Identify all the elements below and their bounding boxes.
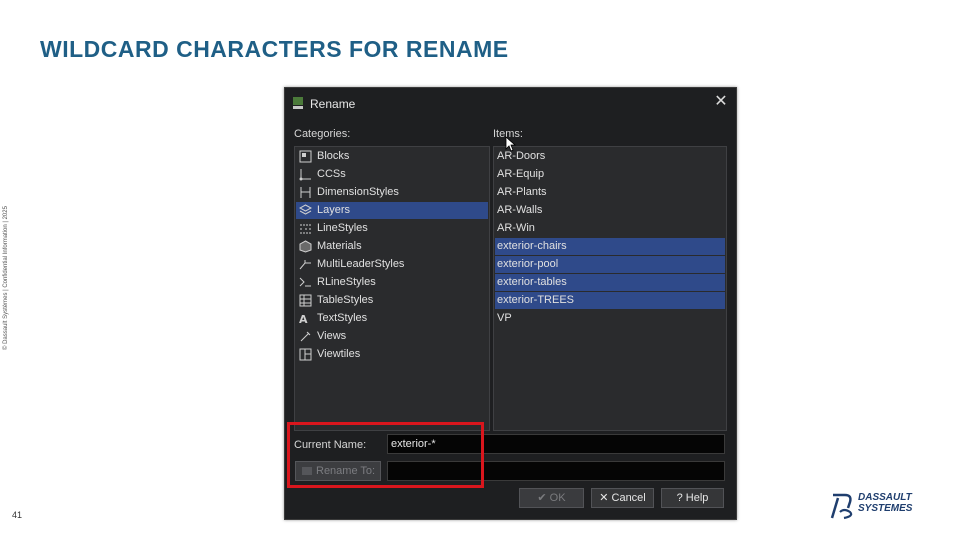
category-label: Viewtiles <box>317 348 361 360</box>
dialog-title: Rename <box>310 97 356 111</box>
item-label: AR-Equip <box>497 168 545 180</box>
rename-icon <box>302 467 312 475</box>
multileader-styles-icon <box>299 260 311 270</box>
category-label: TableStyles <box>317 294 374 306</box>
confidential-note: © Dassault Systèmes | Confidential Infor… <box>3 206 9 350</box>
rename-to-field[interactable] <box>387 461 725 481</box>
category-item-multileaderstyles[interactable]: MultiLeaderStyles <box>296 256 488 273</box>
category-item-tablestyles[interactable]: TableStyles <box>296 292 488 309</box>
item-label: exterior-tables <box>497 276 567 288</box>
categories-list[interactable]: Blocks CCSs DimensionStyles Layers LineStyle… <box>294 146 490 431</box>
ccs-icon <box>299 169 311 181</box>
category-label: CCSs <box>317 168 346 180</box>
dimension-styles-icon <box>300 187 311 198</box>
item-row[interactable]: VP <box>495 310 725 327</box>
mouse-cursor-icon <box>505 136 517 152</box>
category-item-textstyles[interactable]: A TextStyles <box>296 310 488 327</box>
category-item-rlinestyles[interactable]: RLineStyles <box>296 274 488 291</box>
item-label: AR-Plants <box>497 186 547 198</box>
items-list[interactable]: AR-Doors AR-Equip AR-Plants AR-Walls AR-Win e… <box>493 146 727 431</box>
item-label: exterior-TREES <box>497 294 575 306</box>
materials-icon <box>299 240 312 253</box>
close-icon: ✕ <box>714 93 728 110</box>
ds-logo-icon <box>830 493 853 520</box>
item-label: exterior-chairs <box>497 240 567 252</box>
item-row[interactable]: exterior-TREES <box>495 292 725 309</box>
item-row[interactable]: exterior-pool <box>495 256 725 273</box>
help-button[interactable]: ? Help <box>661 488 724 508</box>
logo-line-2: SYSTEMES <box>858 503 913 514</box>
item-row[interactable]: AR-Doors <box>495 148 725 165</box>
category-item-viewtiles[interactable]: Viewtiles <box>296 346 488 363</box>
category-item-materials[interactable]: Materials <box>296 238 488 255</box>
blocks-icon <box>299 150 312 163</box>
item-label: exterior-pool <box>497 258 559 270</box>
page-number: 41 <box>12 510 23 520</box>
category-label: Views <box>317 330 347 342</box>
item-row[interactable]: AR-Win <box>495 220 725 237</box>
text-styles-icon: A <box>299 313 308 325</box>
item-row[interactable]: AR-Equip <box>495 166 725 183</box>
category-item-dimensionstyles[interactable]: DimensionStyles <box>296 184 488 201</box>
item-label: AR-Walls <box>497 204 543 216</box>
category-item-layers[interactable]: Layers <box>296 202 488 219</box>
item-label: VP <box>497 312 512 324</box>
category-label: Materials <box>317 240 362 252</box>
table-styles-icon <box>299 294 312 307</box>
rline-styles-icon <box>299 277 311 287</box>
category-item-ccss[interactable]: CCSs <box>296 166 488 183</box>
item-row[interactable]: AR-Walls <box>495 202 725 219</box>
current-name-field[interactable]: exterior-* <box>387 434 725 454</box>
item-row[interactable]: exterior-chairs <box>495 238 725 255</box>
rename-to-label: Rename To: <box>316 465 376 477</box>
category-label: Layers <box>317 204 351 216</box>
category-label: DimensionStyles <box>317 186 399 198</box>
line-styles-icon <box>300 224 311 234</box>
category-label: MultiLeaderStyles <box>317 258 405 270</box>
slide-title: WILDCARD CHARACTERS FOR RENAME <box>40 36 509 62</box>
app-icon <box>293 97 303 109</box>
categories-label: Categories: <box>294 128 351 140</box>
cancel-button[interactable]: ✕ Cancel <box>591 488 654 508</box>
viewtiles-icon <box>299 348 312 361</box>
svg-text:A: A <box>299 313 308 325</box>
logo-line-1: DASSAULT <box>858 492 912 503</box>
item-row[interactable]: AR-Plants <box>495 184 725 201</box>
category-label: LineStyles <box>317 222 368 234</box>
category-item-views[interactable]: Views <box>296 328 488 345</box>
category-item-linestyles[interactable]: LineStyles <box>296 220 488 237</box>
category-label: TextStyles <box>317 312 368 324</box>
layers-icon <box>299 204 312 215</box>
dassault-logo: DASSAULT SYSTEMES <box>830 492 940 522</box>
close-button[interactable]: ✕ <box>713 94 729 110</box>
dialog-titlebar[interactable]: Rename ✕ <box>285 88 736 118</box>
category-label: Blocks <box>317 150 350 162</box>
category-label: RLineStyles <box>317 276 376 288</box>
item-label: AR-Win <box>497 222 535 234</box>
item-row[interactable]: exterior-tables <box>495 274 725 291</box>
category-item-blocks[interactable]: Blocks <box>296 148 488 165</box>
views-icon <box>300 331 311 342</box>
current-name-label: Current Name: <box>294 439 367 451</box>
ok-button[interactable]: ✔ OK <box>519 488 584 508</box>
rename-to-button[interactable]: Rename To: <box>295 461 381 481</box>
